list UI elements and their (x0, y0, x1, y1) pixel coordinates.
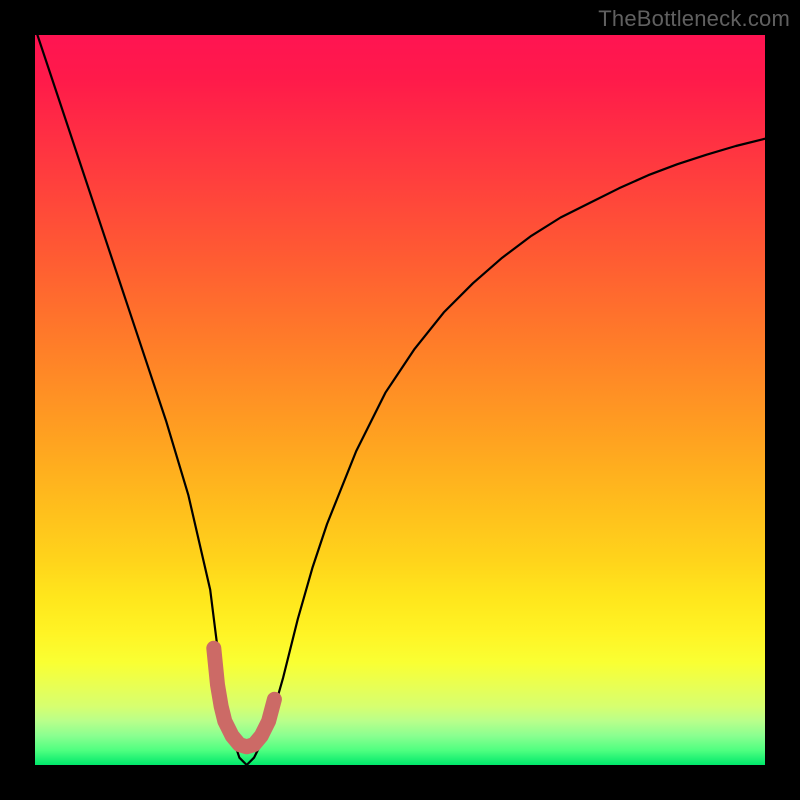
plot-area (35, 35, 765, 765)
watermark-text: TheBottleneck.com (598, 6, 790, 32)
bottleneck-curve (35, 28, 765, 765)
optimal-band (214, 648, 275, 747)
chart-frame: TheBottleneck.com (0, 0, 800, 800)
curve-svg (35, 35, 765, 765)
